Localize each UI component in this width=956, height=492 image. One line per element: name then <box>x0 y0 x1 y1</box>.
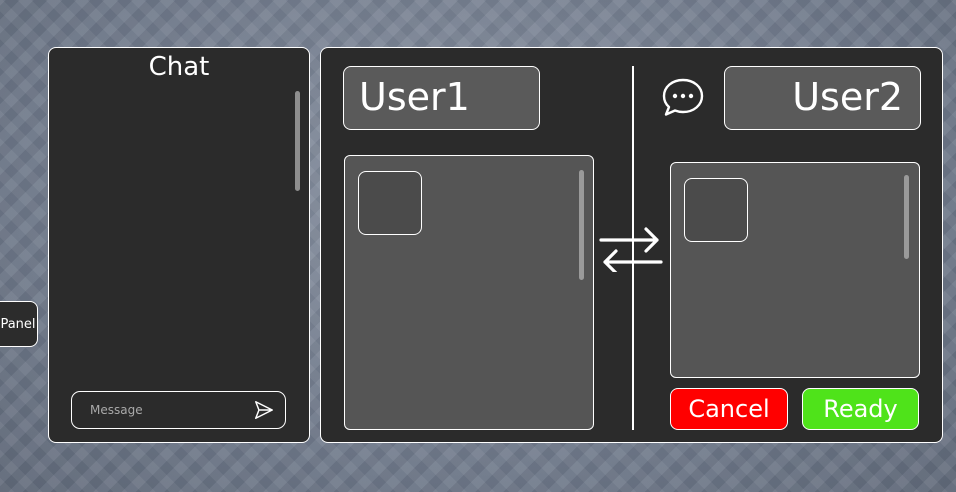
chat-window: Chat <box>48 47 310 443</box>
user2-inventory[interactable] <box>670 162 920 378</box>
chat-title: Chat <box>148 52 210 82</box>
trade-divider <box>632 66 634 430</box>
swap-arrows-icon <box>599 227 663 272</box>
chat-scrollbar[interactable] <box>295 91 300 191</box>
message-box <box>71 391 286 429</box>
chat-bubble-icon[interactable] <box>659 76 707 120</box>
user1-inventory-scrollbar[interactable] <box>579 170 584 280</box>
send-arrow-icon[interactable] <box>253 399 275 421</box>
trade-window: User1 User2 Cancel Ready <box>320 47 943 443</box>
user1-inventory[interactable] <box>344 155 594 430</box>
cancel-button[interactable]: Cancel <box>670 388 788 430</box>
user2-inventory-slot[interactable] <box>684 178 748 242</box>
user2-inventory-scrollbar[interactable] <box>904 175 909 259</box>
user1-name-box: User1 <box>343 66 540 130</box>
user1-name: User1 <box>359 75 470 119</box>
user2-name-box: User2 <box>724 66 921 130</box>
ready-button[interactable]: Ready <box>802 388 919 430</box>
panel-toggle-label: Panel <box>0 316 36 332</box>
user1-inventory-slot[interactable] <box>358 171 422 235</box>
panel-toggle-button[interactable]: Panel <box>0 301 38 347</box>
message-input[interactable] <box>90 392 240 428</box>
user2-name: User2 <box>792 75 903 119</box>
